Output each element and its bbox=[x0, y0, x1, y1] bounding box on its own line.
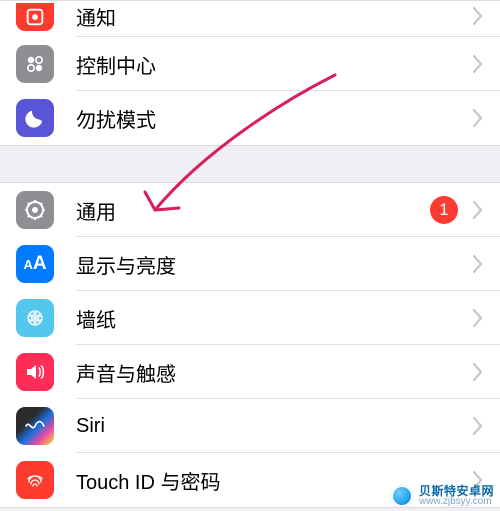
row-label: 通知 bbox=[76, 2, 466, 31]
settings-page: 通知 控制中心 勿扰模式 通用 1 bbox=[0, 0, 500, 511]
row-general[interactable]: 通用 1 bbox=[0, 183, 500, 237]
row-label: 声音与触感 bbox=[76, 358, 466, 387]
chevron-right-icon bbox=[466, 363, 490, 381]
settings-group-2: 通用 1 AA 显示与亮度 墙纸 声音与触感 bbox=[0, 182, 500, 508]
sound-icon bbox=[16, 353, 54, 391]
row-label: 墙纸 bbox=[76, 304, 466, 333]
row-label: 控制中心 bbox=[76, 50, 466, 79]
notification-badge: 1 bbox=[430, 196, 458, 224]
chevron-right-icon bbox=[466, 55, 490, 73]
settings-group-1: 通知 控制中心 勿扰模式 bbox=[0, 0, 500, 146]
watermark-line2: www.zjbsyy.com bbox=[419, 497, 494, 507]
row-label: 通用 bbox=[76, 196, 430, 225]
control-center-icon bbox=[16, 45, 54, 83]
chevron-right-icon bbox=[466, 201, 490, 219]
row-sound[interactable]: 声音与触感 bbox=[0, 345, 500, 399]
chevron-right-icon bbox=[466, 255, 490, 273]
wallpaper-icon bbox=[16, 299, 54, 337]
chevron-right-icon bbox=[466, 7, 490, 25]
row-notifications[interactable]: 通知 bbox=[0, 1, 500, 37]
notifications-icon bbox=[16, 3, 54, 31]
row-siri[interactable]: Siri bbox=[0, 399, 500, 453]
row-label: Siri bbox=[76, 415, 466, 438]
general-icon bbox=[16, 191, 54, 229]
chevron-right-icon bbox=[466, 309, 490, 327]
row-control-center[interactable]: 控制中心 bbox=[0, 37, 500, 91]
row-label: 显示与亮度 bbox=[76, 250, 466, 279]
dnd-icon bbox=[16, 99, 54, 137]
watermark: 贝斯特安卓网 www.zjbsyy.com bbox=[391, 485, 494, 507]
chevron-right-icon bbox=[466, 109, 490, 127]
touchid-icon bbox=[16, 461, 54, 499]
watermark-text: 贝斯特安卓网 www.zjbsyy.com bbox=[419, 485, 494, 507]
row-display[interactable]: AA 显示与亮度 bbox=[0, 237, 500, 291]
chevron-right-icon bbox=[466, 417, 490, 435]
row-wallpaper[interactable]: 墙纸 bbox=[0, 291, 500, 345]
watermark-logo-icon bbox=[391, 485, 413, 507]
display-icon: AA bbox=[16, 245, 54, 283]
row-label: 勿扰模式 bbox=[76, 104, 466, 133]
siri-icon bbox=[16, 407, 54, 445]
row-dnd[interactable]: 勿扰模式 bbox=[0, 91, 500, 145]
